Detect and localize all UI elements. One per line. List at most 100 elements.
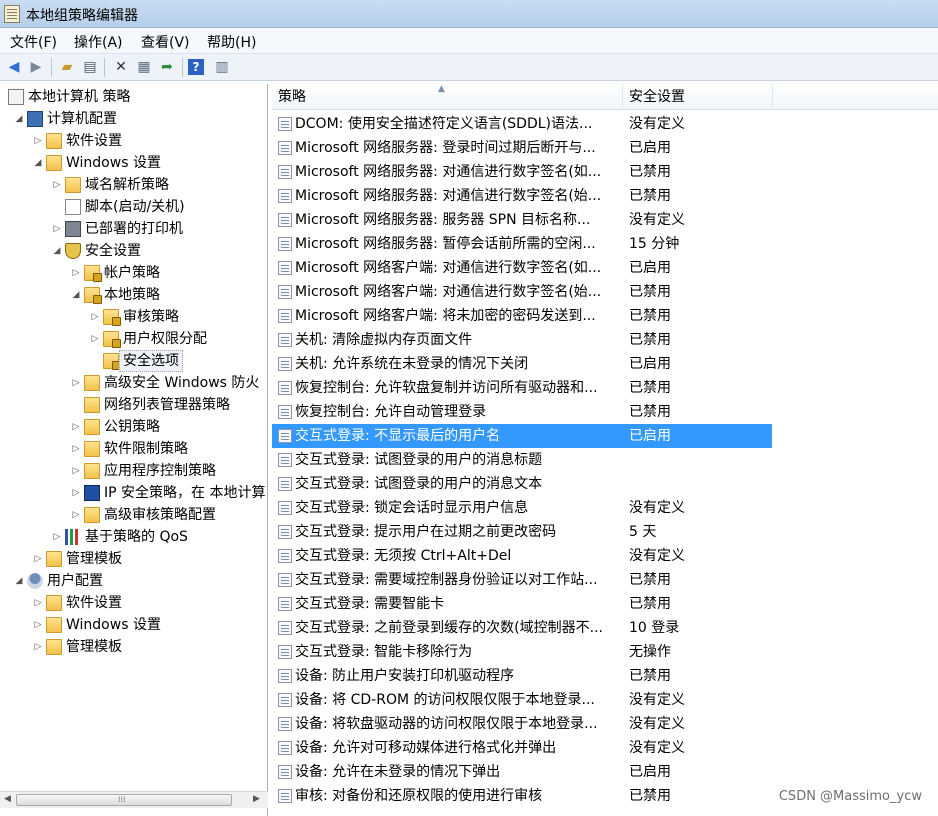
policy-row[interactable]: 关机: 清除虚拟内存页面文件 已禁用 — [272, 328, 772, 352]
policy-name: Microsoft 网络服务器: 对通信进行数字签名(如... — [295, 164, 602, 180]
delete-icon[interactable]: ✕ — [111, 58, 131, 76]
policy-row[interactable]: 交互式登录: 不显示最后的用户名 已启用 — [272, 424, 772, 448]
expand-arrow-icon[interactable]: ▷ — [70, 460, 82, 482]
help-icon[interactable]: ? — [188, 59, 204, 75]
collapse-arrow-icon[interactable]: ◢ — [70, 284, 82, 306]
tree-node-label[interactable]: 帐户策略 — [104, 262, 160, 284]
policy-row[interactable]: Microsoft 网络服务器: 服务器 SPN 目标名称... 没有定义 — [272, 208, 772, 232]
expand-arrow-icon[interactable]: ▷ — [32, 130, 44, 152]
tree-pane[interactable]: 本地计算机 策略 ◢ 计算机配置 ▷ 软件设置 ◢ Windows 设置 ▷ 域名解析策略 脚本(… — [0, 84, 268, 816]
tree-node-label[interactable]: 基于策略的 QoS — [85, 526, 188, 548]
policy-row[interactable]: 恢复控制台: 允许软盘复制并访问所有驱动器和... 已禁用 — [272, 376, 772, 400]
view-icon[interactable]: ▥ — [212, 58, 232, 76]
expand-arrow-icon[interactable]: ▷ — [70, 262, 82, 284]
policy-name: 交互式登录: 试图登录的用户的消息标题 — [295, 452, 543, 468]
tree-horizontal-scrollbar[interactable]: ◀ ⁞⁞⁞ ▶ — [0, 791, 268, 808]
tree-node-label[interactable]: 应用程序控制策略 — [104, 460, 216, 482]
tree-node-label[interactable]: 已部署的打印机 — [85, 218, 183, 240]
expand-arrow-icon[interactable]: ▷ — [70, 372, 82, 394]
collapse-arrow-icon[interactable]: ◢ — [51, 240, 63, 262]
expand-arrow-icon[interactable]: ▷ — [89, 306, 101, 328]
policy-row[interactable]: 交互式登录: 锁定会话时显示用户信息 没有定义 — [272, 496, 772, 520]
policy-row[interactable]: 恢复控制台: 允许自动管理登录 已禁用 — [272, 400, 772, 424]
policy-row[interactable]: 设备: 允许对可移动媒体进行格式化并弹出 没有定义 — [272, 736, 772, 760]
column-header-policy[interactable]: 策略 — [272, 84, 623, 110]
scroll-left-icon[interactable]: ◀ — [4, 794, 11, 804]
show-hide-tree-icon[interactable]: ▤ — [80, 58, 100, 76]
policy-row[interactable]: 交互式登录: 之前登录到缓存的次数(域控制器不... 10 登录 — [272, 616, 772, 640]
title-bar: 本地组策略编辑器 — [0, 0, 938, 28]
menu-action[interactable]: 操作(A) — [74, 32, 123, 52]
expand-arrow-icon[interactable]: ▷ — [51, 218, 63, 240]
policy-row[interactable]: 设备: 防止用户安装打印机驱动程序 已禁用 — [272, 664, 772, 688]
export-icon[interactable]: ➦ — [157, 58, 177, 76]
collapse-arrow-icon[interactable]: ◢ — [13, 570, 25, 592]
properties-icon[interactable]: ▦ — [134, 58, 154, 76]
tree-node-label[interactable]: Windows 设置 — [66, 152, 161, 174]
tree-node-label[interactable]: 脚本(启动/关机) — [85, 196, 185, 218]
policy-row[interactable]: Microsoft 网络服务器: 对通信进行数字签名(始... 已禁用 — [272, 184, 772, 208]
policy-row[interactable]: 审核: 对备份和还原权限的使用进行审核 已禁用 — [272, 784, 772, 808]
tree-node-label[interactable]: 计算机配置 — [47, 108, 117, 130]
tree-node-label[interactable]: 管理模板 — [66, 548, 122, 570]
expand-arrow-icon[interactable]: ▷ — [70, 416, 82, 438]
toolbar-separator — [104, 58, 105, 77]
tree-node-label[interactable]: 管理模板 — [66, 636, 122, 658]
policy-row[interactable]: Microsoft 网络客户端: 将未加密的密码发送到... 已禁用 — [272, 304, 772, 328]
menu-help[interactable]: 帮助(H) — [207, 32, 256, 52]
expand-arrow-icon[interactable]: ▷ — [89, 328, 101, 350]
expand-arrow-icon[interactable]: ▷ — [70, 504, 82, 526]
collapse-arrow-icon[interactable]: ◢ — [32, 152, 44, 174]
policy-row[interactable]: Microsoft 网络服务器: 对通信进行数字签名(如... 已禁用 — [272, 160, 772, 184]
tree-node-label[interactable]: 审核策略 — [123, 306, 179, 328]
policy-row[interactable]: 交互式登录: 无须按 Ctrl+Alt+Del 没有定义 — [272, 544, 772, 568]
policy-row[interactable]: 交互式登录: 需要智能卡 已禁用 — [272, 592, 772, 616]
collapse-arrow-icon[interactable]: ◢ — [13, 108, 25, 130]
tree-node-label[interactable]: 本地计算机 策略 — [28, 86, 130, 108]
tree-node-label[interactable]: 安全选项 — [119, 350, 183, 372]
expand-arrow-icon[interactable]: ▷ — [51, 526, 63, 548]
policy-row[interactable]: 交互式登录: 试图登录的用户的消息文本 — [272, 472, 772, 496]
expand-arrow-icon[interactable]: ▷ — [51, 174, 63, 196]
policy-row[interactable]: 设备: 允许在未登录的情况下弹出 已启用 — [272, 760, 772, 784]
policy-row[interactable]: 交互式登录: 试图登录的用户的消息标题 — [272, 448, 772, 472]
policy-row[interactable]: 交互式登录: 需要域控制器身份验证以对工作站... 已禁用 — [272, 568, 772, 592]
up-folder-icon[interactable]: ▰ — [57, 58, 77, 76]
tree-node-label[interactable]: 高级安全 Windows 防火 — [104, 372, 259, 394]
tree-node-label[interactable]: 网络列表管理器策略 — [104, 394, 230, 416]
tree-node-label[interactable]: 本地策略 — [104, 284, 160, 306]
expand-arrow-icon[interactable]: ▷ — [32, 548, 44, 570]
tree-node-label[interactable]: 软件限制策略 — [104, 438, 188, 460]
policy-row[interactable]: DCOM: 使用安全描述符定义语言(SDDL)语法... 没有定义 — [272, 112, 772, 136]
policy-row[interactable]: Microsoft 网络服务器: 暂停会话前所需的空闲... 15 分钟 — [272, 232, 772, 256]
expand-arrow-icon[interactable]: ▷ — [70, 482, 82, 504]
column-header-setting[interactable]: 安全设置 — [623, 84, 773, 110]
tree-node-label[interactable]: 安全设置 — [85, 240, 141, 262]
menu-file[interactable]: 文件(F) — [10, 32, 57, 52]
tree-node-label[interactable]: 软件设置 — [66, 130, 122, 152]
policy-row[interactable]: Microsoft 网络服务器: 登录时间过期后断开与... 已启用 — [272, 136, 772, 160]
policy-row[interactable]: 交互式登录: 智能卡移除行为 无操作 — [272, 640, 772, 664]
policy-row[interactable]: 设备: 将软盘驱动器的访问权限仅限于本地登录... 没有定义 — [272, 712, 772, 736]
tree-node-label[interactable]: 软件设置 — [66, 592, 122, 614]
tree-node-label[interactable]: 用户配置 — [47, 570, 103, 592]
tree-node-label[interactable]: 高级审核策略配置 — [104, 504, 216, 526]
back-icon[interactable]: ◀ — [4, 58, 24, 76]
tree-node-label[interactable]: 用户权限分配 — [123, 328, 207, 350]
expand-arrow-icon[interactable]: ▷ — [32, 592, 44, 614]
forward-icon[interactable]: ▶ — [26, 58, 46, 76]
policy-row[interactable]: 关机: 允许系统在未登录的情况下关闭 已启用 — [272, 352, 772, 376]
menu-view[interactable]: 查看(V) — [141, 32, 190, 52]
policy-row[interactable]: 设备: 将 CD-ROM 的访问权限仅限于本地登录... 没有定义 — [272, 688, 772, 712]
tree-node-label[interactable]: 域名解析策略 — [85, 174, 169, 196]
tree-node-label[interactable]: Windows 设置 — [66, 614, 161, 636]
tree-node-label[interactable]: 公钥策略 — [104, 416, 160, 438]
policy-row[interactable]: 交互式登录: 提示用户在过期之前更改密码 5 天 — [272, 520, 772, 544]
expand-arrow-icon[interactable]: ▷ — [32, 614, 44, 636]
policy-row[interactable]: Microsoft 网络客户端: 对通信进行数字签名(始... 已禁用 — [272, 280, 772, 304]
expand-arrow-icon[interactable]: ▷ — [32, 636, 44, 658]
tree-node-label[interactable]: IP 安全策略，在 本地计算 — [104, 482, 265, 504]
expand-arrow-icon[interactable]: ▷ — [70, 438, 82, 460]
policy-row[interactable]: Microsoft 网络客户端: 对通信进行数字签名(如... 已启用 — [272, 256, 772, 280]
scroll-right-icon[interactable]: ▶ — [253, 794, 260, 804]
